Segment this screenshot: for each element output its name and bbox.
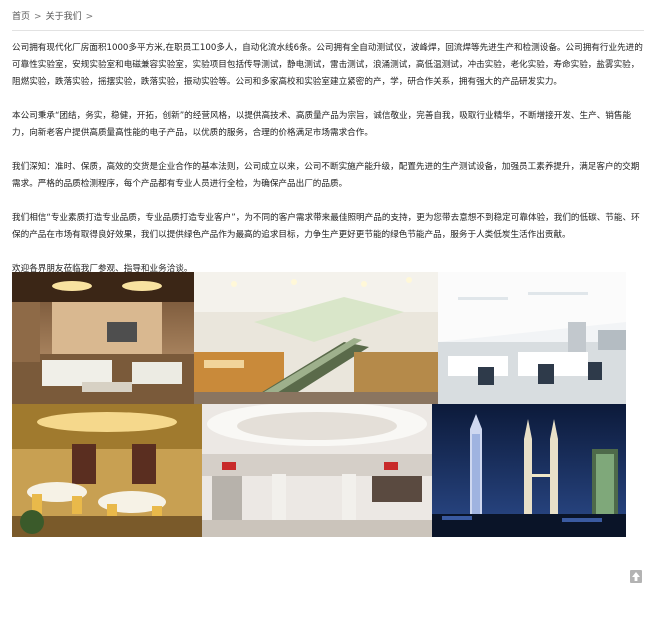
breadcrumb-current-link[interactable]: 关于我们 xyxy=(46,12,82,22)
arrow-up-icon xyxy=(632,572,640,581)
photo-mall-atrium xyxy=(202,404,432,537)
paragraph-facilities: 公司拥有现代化厂房面积1000多平方米,在职员工100多人，自动化流水线6条。公… xyxy=(12,43,643,87)
divider xyxy=(12,30,644,31)
photo-restaurant xyxy=(12,404,202,537)
photo-mall-escalator xyxy=(194,272,438,404)
photo-night-skyline xyxy=(432,404,626,537)
about-content: 公司拥有现代化厂房面积1000多平方米,在职员工100多人，自动化流水线6条。公… xyxy=(12,40,644,295)
paragraph-delivery: 我们深知：准时、保质，高效的交货是企业合作的基本法则，公司成立以来，公司不断实施… xyxy=(12,162,640,189)
breadcrumb-separator: > xyxy=(34,12,42,22)
back-to-top-button[interactable] xyxy=(630,570,642,583)
breadcrumb-home-link[interactable]: 首页 xyxy=(12,12,30,22)
paragraph-belief: 我们相信“专业素质打造专业品质，专业品质打造专业客户”，为不同的客户需求带来最佳… xyxy=(12,213,640,240)
paragraph-philosophy: 本公司秉承“团结，务实，稳健，开拓，创新”的经营风格，以提供高技术、高质量产品为… xyxy=(12,111,632,138)
photo-collage xyxy=(12,272,626,537)
breadcrumb: 首页 > 关于我们 > xyxy=(12,9,97,22)
photo-living-room xyxy=(12,272,194,404)
breadcrumb-separator-trailing: > xyxy=(85,12,94,22)
photo-office xyxy=(438,272,626,404)
